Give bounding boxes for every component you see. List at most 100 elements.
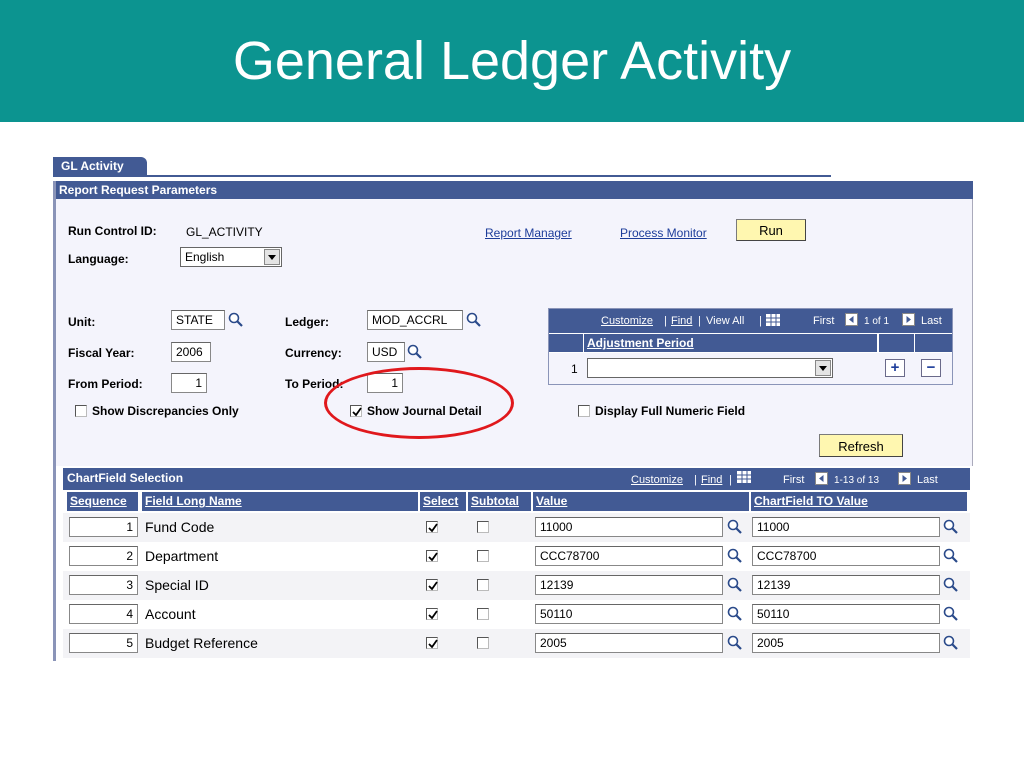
checkmark-icon — [428, 581, 438, 591]
field-long-name: Special ID — [145, 577, 209, 593]
sequence-input[interactable]: 4 — [69, 604, 138, 624]
adj-separator: | — [759, 315, 762, 327]
process-monitor-link[interactable]: Process Monitor — [620, 226, 707, 240]
sequence-input[interactable]: 1 — [69, 517, 138, 537]
value-input[interactable]: 12139 — [535, 575, 723, 595]
highlight-oval — [324, 367, 514, 439]
grid-view-icon[interactable] — [737, 470, 751, 488]
remove-row-button[interactable]: − — [921, 359, 941, 377]
col-field-long-name[interactable]: Field Long Name — [142, 492, 418, 511]
cf-last[interactable]: Last — [917, 474, 938, 486]
unit-search-icon[interactable] — [228, 312, 244, 328]
currency-label: Currency: — [285, 346, 342, 360]
prev-arrow-icon[interactable] — [845, 313, 858, 331]
value-search-icon[interactable] — [727, 606, 743, 622]
adjustment-period-column[interactable]: Adjustment Period — [587, 336, 694, 350]
checkmark-icon — [428, 639, 438, 649]
value-search-icon[interactable] — [727, 548, 743, 564]
tab-underline — [53, 175, 831, 177]
next-arrow-icon[interactable] — [898, 472, 911, 490]
to-value-input[interactable]: 11000 — [752, 517, 940, 537]
tab-gl-activity[interactable]: GL Activity — [53, 157, 147, 176]
chevron-down-icon[interactable] — [264, 249, 280, 265]
to-value-search-icon[interactable] — [943, 606, 959, 622]
adj-separator: | — [664, 315, 667, 327]
adj-first[interactable]: First — [813, 315, 834, 327]
subtotal-checkbox[interactable] — [477, 608, 489, 620]
field-long-name: Department — [145, 548, 219, 564]
next-arrow-icon[interactable] — [902, 313, 915, 331]
run-button[interactable]: Run — [736, 219, 806, 241]
cf-find-link[interactable]: Find — [701, 474, 722, 486]
show-discrepancies-checkbox[interactable] — [75, 405, 87, 417]
select-checkbox[interactable] — [426, 579, 438, 591]
language-select[interactable]: English — [180, 247, 282, 267]
col-select[interactable]: Select — [420, 492, 466, 511]
value-search-icon[interactable] — [727, 635, 743, 651]
report-request-header: Report Request Parameters — [56, 181, 973, 199]
select-checkbox[interactable] — [426, 521, 438, 533]
unit-input[interactable]: STATE — [171, 310, 225, 330]
display-full-numeric-checkbox[interactable] — [578, 405, 590, 417]
to-value-search-icon[interactable] — [943, 519, 959, 535]
to-value-search-icon[interactable] — [943, 548, 959, 564]
to-value-input[interactable]: CCC78700 — [752, 546, 940, 566]
value-input[interactable]: 2005 — [535, 633, 723, 653]
ledger-input[interactable]: MOD_ACCRL — [367, 310, 463, 330]
cf-customize-link[interactable]: Customize — [631, 474, 683, 486]
fiscal-year-input[interactable]: 2006 — [171, 342, 211, 362]
col-chartfield-to-value[interactable]: ChartField TO Value — [751, 492, 967, 511]
from-period-label: From Period: — [68, 377, 143, 391]
language-label: Language: — [68, 252, 129, 266]
add-row-button[interactable]: + — [885, 359, 905, 377]
cf-separator: | — [694, 474, 697, 486]
prev-arrow-icon[interactable] — [815, 472, 828, 490]
run-control-value: GL_ACTIVITY — [186, 225, 263, 239]
show-discrepancies-label: Show Discrepancies Only — [92, 404, 239, 418]
currency-input[interactable]: USD — [367, 342, 405, 362]
value-input[interactable]: 11000 — [535, 517, 723, 537]
select-checkbox[interactable] — [426, 637, 438, 649]
col-subtotal[interactable]: Subtotal — [468, 492, 531, 511]
to-value-search-icon[interactable] — [943, 635, 959, 651]
value-search-icon[interactable] — [727, 519, 743, 535]
subtotal-checkbox[interactable] — [477, 550, 489, 562]
subtotal-checkbox[interactable] — [477, 521, 489, 533]
report-manager-link[interactable]: Report Manager — [485, 226, 572, 240]
adj-customize-link[interactable]: Customize — [601, 315, 653, 327]
subtotal-checkbox[interactable] — [477, 637, 489, 649]
value-search-icon[interactable] — [727, 577, 743, 593]
adj-view-all[interactable]: View All — [706, 315, 744, 327]
language-value: English — [185, 250, 225, 264]
col-sequence[interactable]: Sequence — [67, 492, 138, 511]
cf-separator: | — [729, 474, 732, 486]
select-checkbox[interactable] — [426, 550, 438, 562]
refresh-button[interactable]: Refresh — [819, 434, 903, 457]
to-value-input[interactable]: 2005 — [752, 633, 940, 653]
value-input[interactable]: 50110 — [535, 604, 723, 624]
adj-find-link[interactable]: Find — [671, 315, 692, 327]
adj-row-number: 1 — [571, 362, 578, 376]
field-long-name: Fund Code — [145, 519, 215, 535]
cf-first[interactable]: First — [783, 474, 804, 486]
value-input[interactable]: CCC78700 — [535, 546, 723, 566]
subtotal-checkbox[interactable] — [477, 579, 489, 591]
field-long-name: Account — [145, 606, 196, 622]
adj-rownum-header — [549, 334, 583, 352]
from-period-input[interactable]: 1 — [171, 373, 207, 393]
sequence-input[interactable]: 2 — [69, 546, 138, 566]
sequence-input[interactable]: 5 — [69, 633, 138, 653]
to-value-input[interactable]: 50110 — [752, 604, 940, 624]
to-value-search-icon[interactable] — [943, 577, 959, 593]
adjustment-period-select[interactable] — [587, 358, 833, 378]
col-value[interactable]: Value — [533, 492, 749, 511]
to-value-input[interactable]: 12139 — [752, 575, 940, 595]
field-long-name: Budget Reference — [145, 635, 258, 651]
select-checkbox[interactable] — [426, 608, 438, 620]
chevron-down-icon[interactable] — [815, 360, 831, 376]
grid-view-icon[interactable] — [766, 313, 780, 331]
ledger-search-icon[interactable] — [466, 312, 482, 328]
adj-last[interactable]: Last — [921, 315, 942, 327]
sequence-input[interactable]: 3 — [69, 575, 138, 595]
currency-search-icon[interactable] — [407, 344, 423, 360]
